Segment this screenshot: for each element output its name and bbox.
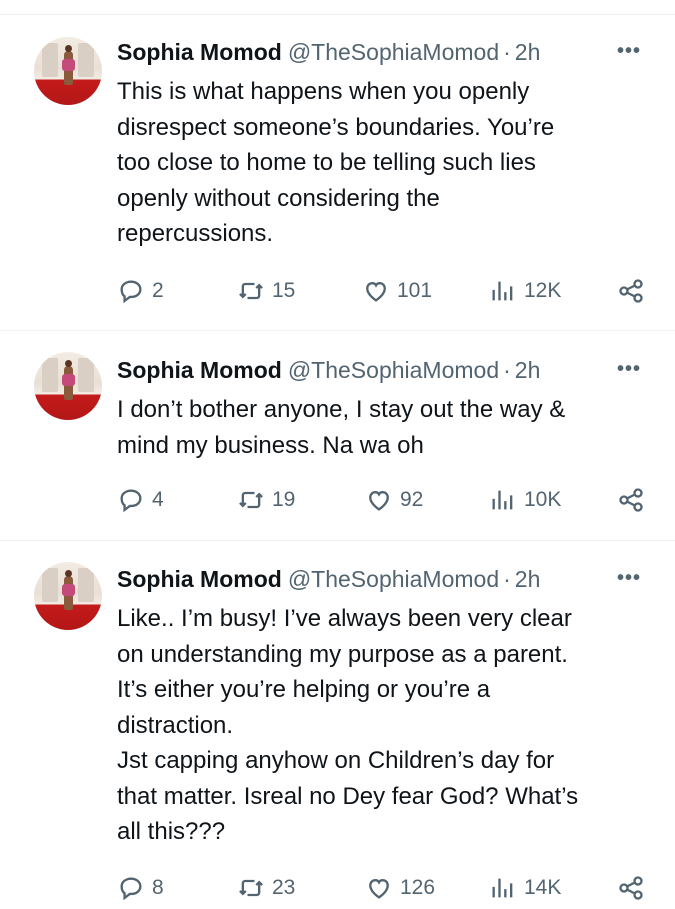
tweet-header: Sophia Momod @TheSophiaMomod · 2h	[117, 356, 540, 384]
heart-icon	[366, 282, 386, 302]
tweet-text: Like.. I’m busy! I’ve always been very c…	[117, 605, 579, 845]
tweet-header: Sophia Momod @TheSophiaMomod · 2h	[117, 38, 540, 66]
retweet-button[interactable]: 19	[237, 486, 295, 514]
action-bar: 8 23 126 14K	[117, 874, 647, 904]
timestamp[interactable]: 2h	[515, 565, 541, 593]
like-button[interactable]: 92	[365, 486, 423, 514]
reply-button[interactable]: 8	[117, 874, 164, 902]
like-count: 92	[400, 488, 424, 511]
avatar[interactable]	[34, 562, 102, 630]
like-count: 101	[397, 279, 433, 302]
retweet-button[interactable]: 15	[237, 277, 295, 305]
reply-count: 2	[152, 279, 164, 302]
separator: ·	[503, 357, 511, 383]
retweet-count: 19	[272, 488, 296, 511]
reply-count: 4	[152, 488, 164, 511]
reply-button[interactable]: 4	[117, 486, 164, 514]
separator: ·	[503, 39, 511, 65]
tweet-text: I don’t bother anyone, I stay out the wa…	[117, 396, 566, 459]
share-button[interactable]	[617, 277, 645, 305]
timestamp[interactable]: 2h	[515, 38, 541, 66]
avatar[interactable]	[34, 37, 102, 105]
tweet[interactable]: Sophia Momod @TheSophiaMomod · 2h ••• I …	[0, 331, 675, 541]
author-handle[interactable]: @TheSophiaMomod	[288, 565, 499, 593]
action-bar: 4 19 92 10K	[117, 486, 647, 516]
heart-icon	[369, 491, 389, 511]
views-count: 10K	[524, 488, 562, 511]
author-handle[interactable]: @TheSophiaMomod	[288, 356, 499, 384]
retweet-icon	[239, 282, 263, 300]
heart-icon	[369, 879, 389, 899]
retweet-button[interactable]: 23	[237, 874, 295, 902]
more-icon[interactable]: •••	[617, 37, 641, 65]
tweet[interactable]: Sophia Momod @TheSophiaMomod · 2h ••• Th…	[0, 15, 675, 331]
reply-icon	[120, 877, 142, 901]
author-name[interactable]: Sophia Momod	[117, 356, 282, 384]
separator: ·	[503, 566, 511, 592]
retweet-icon	[239, 491, 263, 509]
like-count: 126	[400, 876, 436, 899]
avatar[interactable]	[34, 352, 102, 420]
retweet-count: 23	[272, 876, 296, 899]
retweet-count: 15	[272, 279, 296, 302]
author-handle[interactable]: @TheSophiaMomod	[288, 38, 499, 66]
tweet-text: This is what happens when you openly dis…	[117, 78, 555, 247]
reply-count: 8	[152, 876, 164, 899]
views-icon	[492, 490, 513, 510]
views-icon	[492, 281, 513, 301]
reply-button[interactable]: 2	[117, 277, 164, 305]
share-icon	[619, 279, 643, 303]
views-icon	[492, 878, 513, 898]
retweet-icon	[239, 879, 263, 897]
tweet[interactable]: Sophia Momod @TheSophiaMomod · 2h ••• Li…	[0, 541, 675, 909]
author-name[interactable]: Sophia Momod	[117, 38, 282, 66]
views-button[interactable]: 10K	[489, 486, 561, 514]
share-button[interactable]	[617, 874, 645, 902]
more-icon[interactable]: •••	[617, 355, 641, 383]
share-icon	[619, 488, 643, 512]
timestamp[interactable]: 2h	[515, 356, 541, 384]
share-button[interactable]	[617, 486, 645, 514]
more-icon[interactable]: •••	[617, 564, 641, 592]
reply-icon	[120, 280, 142, 304]
action-bar: 2 15 101 12K	[117, 277, 647, 307]
author-name[interactable]: Sophia Momod	[117, 565, 282, 593]
views-button[interactable]: 12K	[489, 277, 561, 305]
views-count: 14K	[524, 876, 562, 899]
views-button[interactable]: 14K	[489, 874, 561, 902]
tweet-header: Sophia Momod @TheSophiaMomod · 2h	[117, 565, 540, 593]
views-count: 12K	[524, 279, 562, 302]
like-button[interactable]: 126	[365, 874, 435, 902]
like-button[interactable]: 101	[362, 277, 432, 305]
share-icon	[619, 876, 643, 900]
reply-icon	[120, 489, 142, 513]
